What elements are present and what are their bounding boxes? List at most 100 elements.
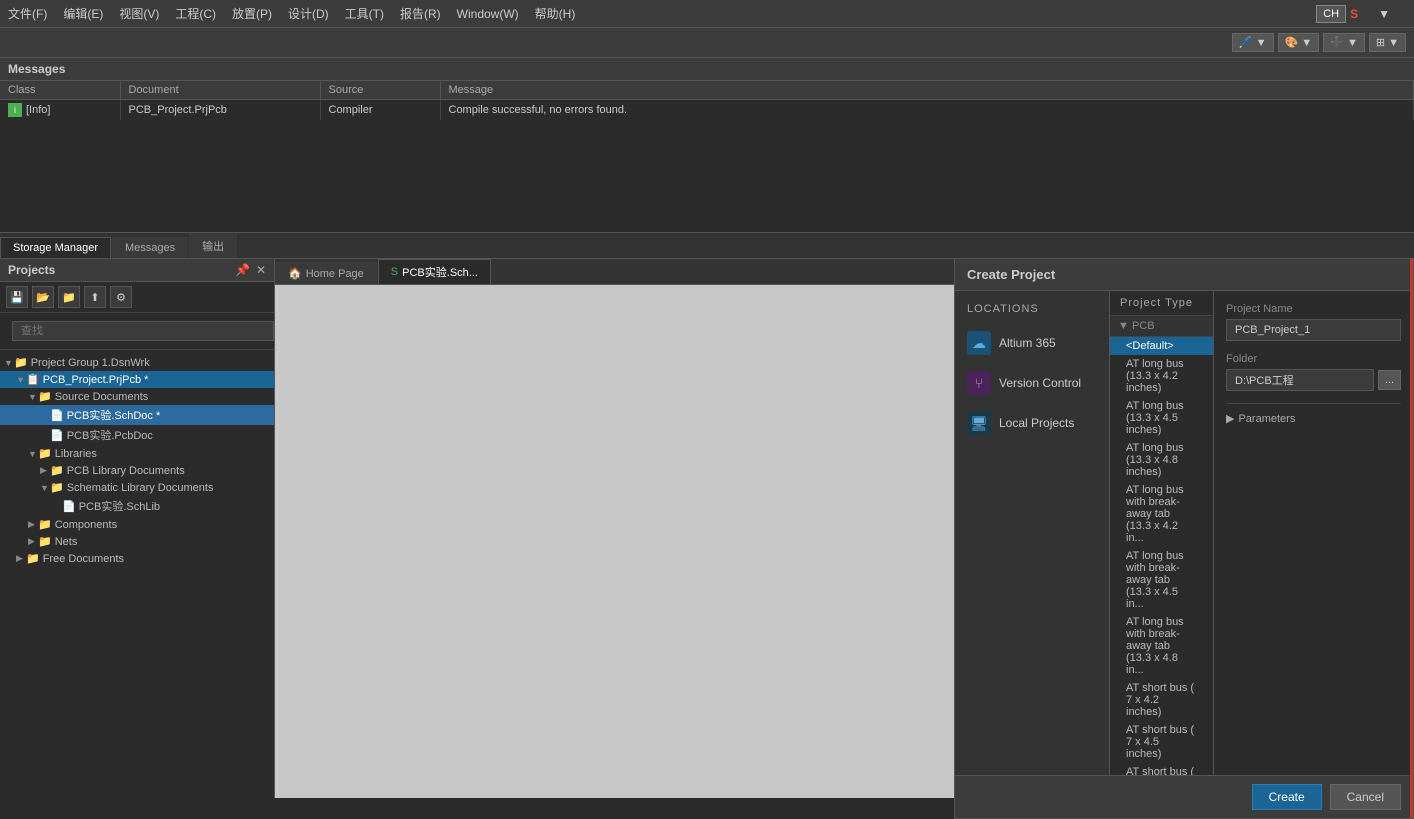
- project-name-label: Project Name: [1226, 303, 1401, 315]
- tree-expand-icon[interactable]: ▼: [40, 483, 50, 493]
- tree-item-label: Libraries: [55, 448, 97, 460]
- browse-folder-btn[interactable]: ...: [1378, 370, 1401, 390]
- project-name-input[interactable]: [1226, 319, 1401, 341]
- menubar: 文件(F) 编辑(E) 视图(V) 工程(C) 放置(P) 设计(D) 工具(T…: [0, 0, 1414, 28]
- folder-label: Folder: [1226, 353, 1401, 365]
- tree-item-icon: 📁: [38, 390, 52, 403]
- tree-item-label: PCB_Project.PrjPcb *: [43, 374, 149, 386]
- menu-dropdown-arrow[interactable]: ▼: [1378, 7, 1390, 21]
- tree-item[interactable]: ▶📁Nets: [0, 533, 274, 550]
- folder-section: Folder ...: [1226, 353, 1401, 391]
- tree-item[interactable]: 📄PCB实验.SchDoc *: [0, 405, 274, 425]
- menu-tools[interactable]: 工具(T): [345, 5, 384, 22]
- pt-item[interactable]: AT long bus with break-away tab (13.3 x …: [1110, 613, 1213, 679]
- location-version-control[interactable]: ⑂ Version Control: [955, 363, 1109, 403]
- new-folder-btn[interactable]: 📁: [58, 286, 80, 308]
- pt-item[interactable]: AT long bus with break-away tab (13.3 x …: [1110, 547, 1213, 613]
- tree-expand-icon[interactable]: ▶: [40, 465, 50, 476]
- menu-edit[interactable]: 编辑(E): [63, 5, 103, 22]
- close-panel-icon[interactable]: ✕: [256, 263, 266, 277]
- tree-item-icon: 📁: [38, 447, 52, 460]
- accent-line: [1410, 259, 1413, 818]
- tree-item[interactable]: ▼📁Schematic Library Documents: [0, 479, 274, 496]
- location-altium365[interactable]: ☁ Altium 365: [955, 323, 1109, 363]
- tree-expand-icon[interactable]: ▶: [16, 553, 26, 564]
- parameters-label: Parameters: [1238, 413, 1295, 425]
- tree-expand-icon[interactable]: ▶: [28, 536, 38, 547]
- projects-toolbar: 💾 📂 📁 ⬆ ⚙: [0, 282, 274, 313]
- tree-item[interactable]: 📄PCB实验.PcbDoc: [0, 425, 274, 445]
- create-project-dialog: Create Project LOCATIONS ☁ Altium 365 ⑂ …: [954, 259, 1414, 819]
- pt-item[interactable]: <Default>: [1110, 337, 1213, 355]
- tree-item[interactable]: ▼📋PCB_Project.PrjPcb *: [0, 371, 274, 388]
- menu-project[interactable]: 工程(C): [175, 5, 216, 22]
- tree-item-label: PCB实验.SchLib: [79, 498, 160, 514]
- altium365-label: Altium 365: [999, 336, 1056, 350]
- menu-window[interactable]: Window(W): [457, 7, 519, 21]
- folder-input[interactable]: [1226, 369, 1374, 391]
- tab-output[interactable]: 输出: [189, 233, 237, 258]
- settings-btn[interactable]: ⚙: [110, 286, 132, 308]
- pt-item[interactable]: AT short bus ( 7 x 4.8 inches): [1110, 763, 1213, 775]
- pt-item[interactable]: AT long bus with break-away tab (13.3 x …: [1110, 481, 1213, 547]
- save-project-btn[interactable]: 💾: [6, 286, 28, 308]
- tree-item-icon: 📄: [50, 429, 64, 442]
- tree-item-label: Free Documents: [43, 553, 124, 565]
- tree-item-label: PCB实验.PcbDoc: [67, 427, 153, 443]
- tree-item[interactable]: ▶📁Components: [0, 516, 274, 533]
- local-projects-label: Local Projects: [999, 416, 1074, 430]
- toolbar-btn-4[interactable]: ⊞ ▼: [1369, 33, 1406, 52]
- tab-messages[interactable]: Messages: [112, 237, 188, 258]
- toolbar-btn-1[interactable]: 🖊️ ▼: [1232, 33, 1274, 52]
- col-source: Source: [320, 81, 440, 100]
- tree-item[interactable]: ▼📁Libraries: [0, 445, 274, 462]
- pin-icon[interactable]: 📌: [235, 263, 250, 277]
- tree-item-label: Nets: [55, 536, 78, 548]
- menu-place[interactable]: 放置(P): [232, 5, 272, 22]
- tree-item[interactable]: ▼📁Project Group 1.DsnWrk: [0, 354, 274, 371]
- msg-source: Compiler: [320, 100, 440, 121]
- pt-item[interactable]: AT long bus (13.3 x 4.8 inches): [1110, 439, 1213, 481]
- tree-expand-icon[interactable]: ▼: [28, 449, 38, 459]
- import-btn[interactable]: ⬆: [84, 286, 106, 308]
- pt-group-pcb: ▼ PCB: [1110, 316, 1213, 337]
- pt-item[interactable]: AT long bus (13.3 x 4.2 inches): [1110, 355, 1213, 397]
- menu-view[interactable]: 视图(V): [119, 5, 159, 22]
- tree-item-icon: 📁: [50, 464, 64, 477]
- menu-report[interactable]: 报告(R): [400, 5, 441, 22]
- tab-storage-manager[interactable]: Storage Manager: [0, 237, 111, 258]
- projects-panel: Projects 📌 ✕ 💾 📂 📁 ⬆ ⚙ ▼📁Project Group 1…: [0, 259, 275, 798]
- tree-expand-icon[interactable]: ▼: [28, 392, 38, 402]
- tree-item-icon: 📁: [14, 356, 28, 369]
- parameters-toggle[interactable]: ▶ Parameters: [1226, 412, 1401, 425]
- locations-title: LOCATIONS: [955, 299, 1109, 323]
- tree-expand-icon[interactable]: ▶: [28, 519, 38, 530]
- pt-item[interactable]: AT short bus ( 7 x 4.5 inches): [1110, 721, 1213, 763]
- tree-item[interactable]: ▶📁Free Documents: [0, 550, 274, 567]
- msg-document: PCB_Project.PrjPcb: [120, 100, 320, 121]
- tree-item[interactable]: ▶📁PCB Library Documents: [0, 462, 274, 479]
- project-config-panel: Project Name Folder ... ▶ Parameter: [1213, 291, 1413, 775]
- messages-title: Messages: [0, 58, 1414, 81]
- pt-item[interactable]: AT long bus (13.3 x 4.5 inches): [1110, 397, 1213, 439]
- toolbar-btn-3[interactable]: ➕ ▼: [1323, 33, 1365, 52]
- tree-expand-icon[interactable]: ▼: [16, 375, 26, 385]
- tree-item-icon: 📁: [38, 518, 52, 531]
- tree-item[interactable]: 📄PCB实验.SchLib: [0, 496, 274, 516]
- pt-item[interactable]: AT short bus ( 7 x 4.2 inches): [1110, 679, 1213, 721]
- menu-file[interactable]: 文件(F): [8, 5, 47, 22]
- project-search-input[interactable]: [12, 321, 274, 341]
- tree-expand-icon[interactable]: ▼: [4, 358, 14, 368]
- location-local-projects[interactable]: 🖥 Local Projects: [955, 403, 1109, 443]
- toolbar-btn-2[interactable]: 🎨 ▼: [1278, 33, 1320, 52]
- cancel-btn[interactable]: Cancel: [1330, 784, 1401, 810]
- menu-design[interactable]: 设计(D): [288, 5, 329, 22]
- language-selector[interactable]: CH: [1316, 5, 1346, 23]
- menu-help[interactable]: 帮助(H): [535, 5, 576, 22]
- create-project-btn[interactable]: Create: [1252, 784, 1322, 810]
- open-folder-btn[interactable]: 📂: [32, 286, 54, 308]
- msg-class: i[Info]: [0, 100, 120, 121]
- tab-home-page[interactable]: 🏠 Home Page: [275, 262, 377, 284]
- tree-item[interactable]: ▼📁Source Documents: [0, 388, 274, 405]
- tab-pcb-sch[interactable]: S PCB实验.Sch...: [378, 259, 491, 284]
